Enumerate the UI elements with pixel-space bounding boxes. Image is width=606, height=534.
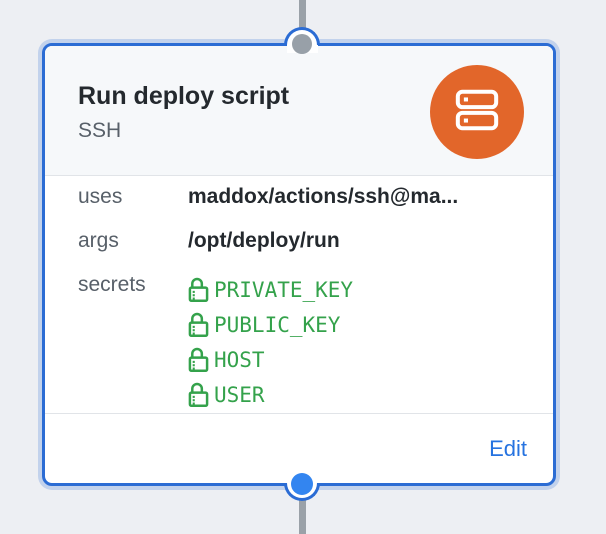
action-node-card[interactable]: Run deploy script SSH uses maddox/action… (42, 43, 556, 486)
secret-list: PRIVATE_KEY PUBLIC_KEY (188, 272, 353, 412)
attribute-value-uses: maddox/actions/ssh@ma... (188, 184, 458, 210)
edit-button[interactable]: Edit (489, 436, 527, 462)
attribute-label: uses (78, 184, 188, 210)
lock-icon (188, 381, 209, 408)
attribute-row-uses: uses maddox/actions/ssh@ma... (78, 184, 539, 210)
attribute-value-args: /opt/deploy/run (188, 228, 340, 254)
connector-line-bottom (299, 496, 306, 534)
secret-item: PRIVATE_KEY (188, 272, 353, 307)
attribute-row-args: args /opt/deploy/run (78, 228, 539, 254)
secret-item: USER (188, 377, 353, 412)
secret-name: USER (214, 383, 265, 407)
attribute-row-secrets: secrets PRIVATE_KEY (78, 272, 539, 412)
lock-icon (188, 346, 209, 373)
lock-icon (188, 311, 209, 338)
secret-name: PRIVATE_KEY (214, 278, 353, 302)
secret-item: PUBLIC_KEY (188, 307, 353, 342)
input-port-dot (292, 34, 312, 54)
output-port-dot (291, 473, 313, 495)
secret-item: HOST (188, 342, 353, 377)
action-icon-badge (430, 65, 524, 159)
attribute-label: args (78, 228, 188, 254)
secret-name: HOST (214, 348, 265, 372)
node-header: Run deploy script SSH (45, 46, 553, 176)
lock-icon (188, 276, 209, 303)
node-attributes: uses maddox/actions/ssh@ma... args /opt/… (45, 176, 553, 413)
secret-name: PUBLIC_KEY (214, 313, 340, 337)
attribute-label: secrets (78, 272, 188, 412)
server-icon (454, 87, 500, 138)
